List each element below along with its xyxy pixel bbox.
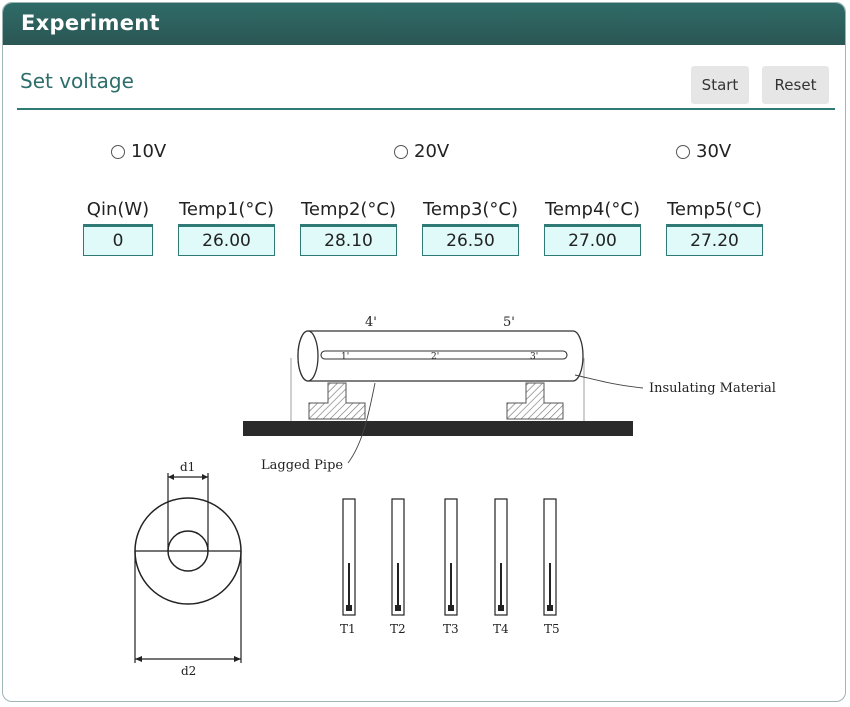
experiment-panel: Experiment Set voltage Start Reset 10V 2… bbox=[2, 2, 846, 702]
thermometer-t3: T3 bbox=[443, 498, 459, 636]
thermometer-t1: T1 bbox=[340, 498, 356, 636]
thermometer-label: T4 bbox=[493, 622, 509, 636]
thermometer-label: T1 bbox=[340, 622, 356, 636]
pipe-label-4: 4' bbox=[365, 315, 377, 330]
lagged-pipe-label: Lagged Pipe bbox=[261, 458, 343, 473]
pipe-label-5: 5' bbox=[503, 315, 515, 330]
right-support bbox=[506, 382, 564, 420]
left-support bbox=[308, 382, 366, 420]
pipe-label-2: 2' bbox=[431, 352, 439, 362]
insulating-material-label: Insulating Material bbox=[649, 381, 776, 396]
thermometer-label: T5 bbox=[544, 622, 560, 636]
pipe-label-1: 1' bbox=[341, 352, 349, 362]
thermometer-label: T2 bbox=[390, 622, 406, 636]
thermometer-t2: T2 bbox=[390, 498, 406, 636]
d2-label: d2 bbox=[181, 664, 196, 678]
thermometer-label: T3 bbox=[443, 622, 459, 636]
cross-section: d1 d2 bbox=[134, 460, 242, 678]
pipe-label-3: 3' bbox=[530, 352, 538, 362]
base-plate bbox=[243, 421, 633, 436]
d1-label: d1 bbox=[180, 460, 195, 474]
thermometer-t4: T4 bbox=[493, 498, 509, 636]
thermometer-t5: T5 bbox=[543, 498, 560, 636]
apparatus-diagram: 4' 5' 1' 2' 3' Insulating Material Lagge… bbox=[134, 315, 776, 678]
